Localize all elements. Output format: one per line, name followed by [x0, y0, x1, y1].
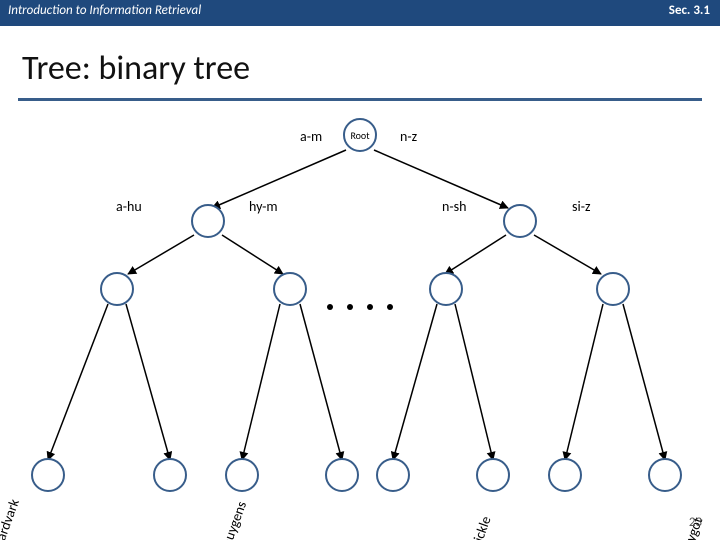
tree-leaf	[225, 458, 259, 492]
edge-label-hy-m: hy-m	[249, 198, 278, 215]
ellipsis-dots	[327, 304, 393, 310]
edge-label-n-sh: n-sh	[442, 198, 466, 215]
root-text: Root	[350, 129, 369, 142]
tree-node	[503, 204, 537, 238]
edge-label-n-z: n-z	[400, 128, 417, 145]
edge-label-si-z: si-z	[572, 198, 591, 215]
tree-leaf	[325, 458, 359, 492]
tree-leaf	[31, 458, 65, 492]
tree-node-root: Root	[343, 118, 377, 152]
tree-edges	[0, 0, 720, 540]
edge-label-a-m: a-m	[300, 128, 322, 145]
tree-node	[273, 272, 307, 306]
tree-leaf	[648, 458, 682, 492]
tree-node	[429, 272, 463, 306]
tree-leaf	[376, 458, 410, 492]
tree-node	[191, 204, 225, 238]
tree-leaf	[548, 458, 582, 492]
dot	[367, 304, 373, 310]
edge-label-a-hu: a-hu	[116, 198, 142, 215]
dot	[327, 304, 333, 310]
dot	[387, 304, 393, 310]
tree-leaf	[153, 458, 187, 492]
page-number: 23	[689, 515, 702, 530]
diagram-stage: Root a-m n-z a-hu hy-m n-sh si-z	[0, 0, 720, 540]
dot	[347, 304, 353, 310]
tree-leaf	[476, 458, 510, 492]
tree-node	[100, 272, 134, 306]
tree-node	[596, 272, 630, 306]
